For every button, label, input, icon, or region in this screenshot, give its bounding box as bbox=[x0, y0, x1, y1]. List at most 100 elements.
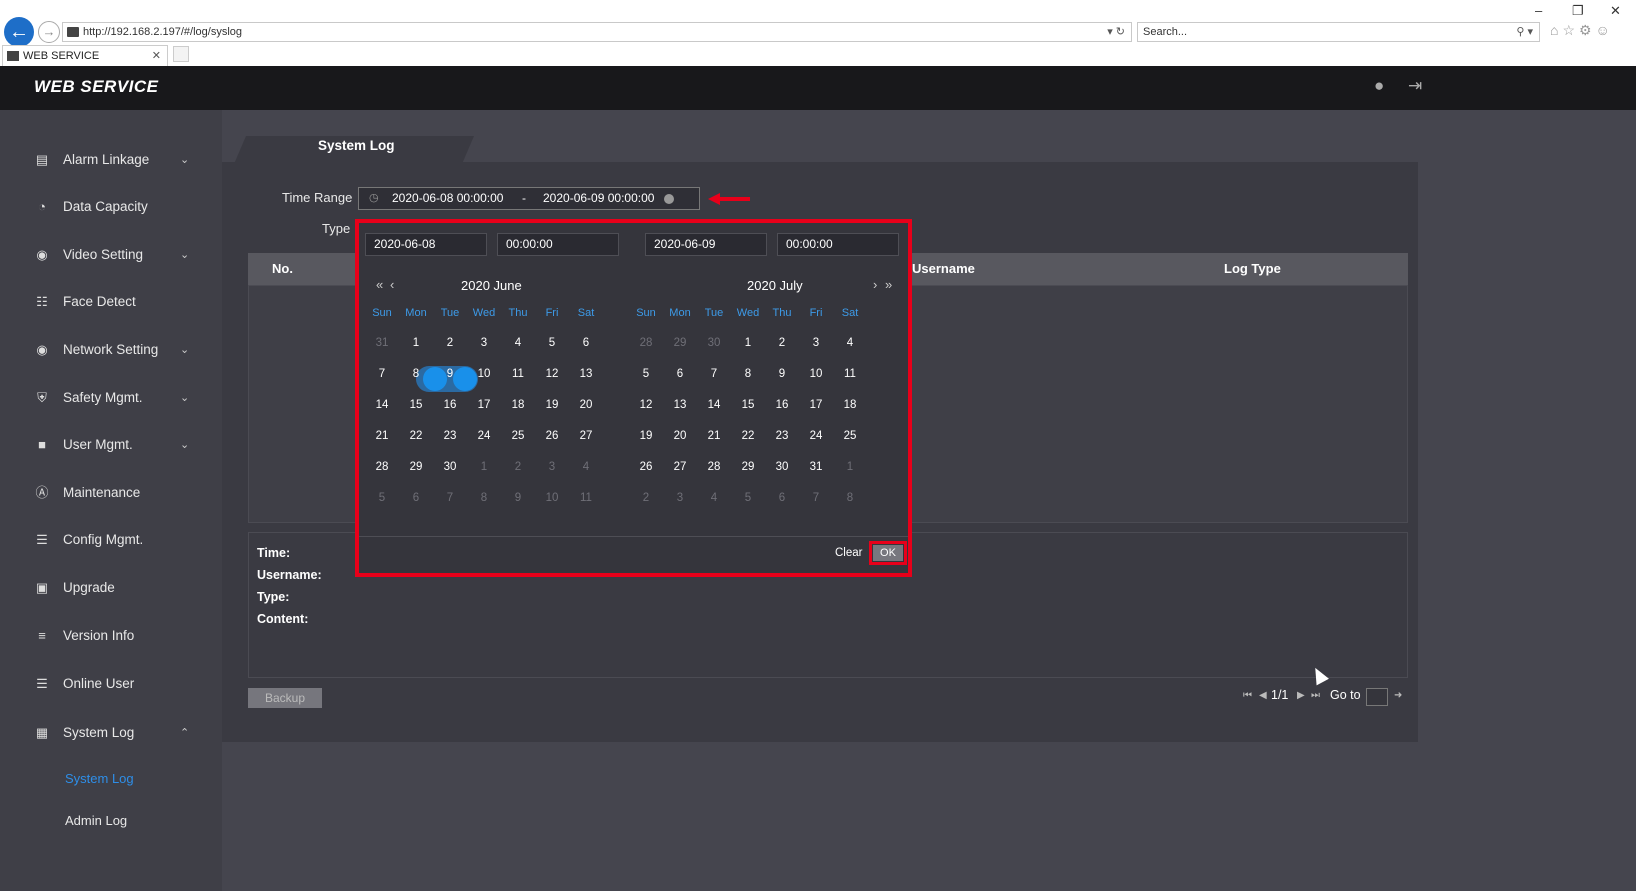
calendar-day[interactable]: 16 bbox=[433, 393, 467, 417]
sidebar-item-face-detect[interactable]: ☷ Face Detect bbox=[0, 284, 222, 320]
calendar-day[interactable]: 6 bbox=[765, 486, 799, 510]
logout-icon[interactable]: ⇥ bbox=[1408, 76, 1422, 96]
calendar-day[interactable]: 11 bbox=[501, 362, 535, 386]
calendar-day[interactable]: 3 bbox=[535, 455, 569, 479]
calendar-day[interactable]: 5 bbox=[629, 362, 663, 386]
calendar-day[interactable]: 5 bbox=[535, 331, 569, 355]
restore-icon[interactable]: ❐ bbox=[1572, 3, 1584, 19]
calendar-day[interactable]: 28 bbox=[365, 455, 399, 479]
calendar-day[interactable]: 26 bbox=[535, 424, 569, 448]
sidebar-subitem-admin-log[interactable]: Admin Log bbox=[65, 813, 127, 828]
sidebar-item-user-mgmt[interactable]: ■ User Mgmt. ⌄ bbox=[0, 427, 222, 463]
calendar-day[interactable]: 15 bbox=[399, 393, 433, 417]
calendar-day[interactable]: 31 bbox=[799, 455, 833, 479]
calendar-day[interactable]: 1 bbox=[833, 455, 867, 479]
calendar-day[interactable]: 27 bbox=[663, 455, 697, 479]
browser-search-input[interactable]: Search... ⚲ ▾ bbox=[1137, 22, 1540, 42]
sidebar-item-system-log[interactable]: ▦ System Log ⌃ bbox=[0, 715, 222, 751]
calendar-day[interactable]: 13 bbox=[663, 393, 697, 417]
calendar-day[interactable]: 7 bbox=[799, 486, 833, 510]
sidebar-item-maintenance[interactable]: Ⓐ Maintenance bbox=[0, 475, 222, 511]
calendar-day[interactable]: 14 bbox=[697, 393, 731, 417]
calendar-day[interactable]: 5 bbox=[731, 486, 765, 510]
calendar-day[interactable]: 5 bbox=[365, 486, 399, 510]
calendar-day[interactable]: 6 bbox=[399, 486, 433, 510]
calendar-day[interactable]: 10 bbox=[467, 362, 501, 386]
calendar-day[interactable]: 25 bbox=[833, 424, 867, 448]
refresh-icon[interactable]: ▾ ↻ bbox=[1107, 23, 1125, 41]
close-window-icon[interactable]: ✕ bbox=[1610, 3, 1621, 19]
calendar-day[interactable]: 9 bbox=[765, 362, 799, 386]
calendar-day[interactable]: 17 bbox=[799, 393, 833, 417]
calendar-day[interactable]: 6 bbox=[663, 362, 697, 386]
browser-tab[interactable]: WEB SERVICE ✕ bbox=[2, 45, 168, 66]
calendar-day[interactable]: 19 bbox=[535, 393, 569, 417]
calendar-day[interactable]: 3 bbox=[799, 331, 833, 355]
sidebar-item-network-setting[interactable]: ◉ Network Setting ⌄ bbox=[0, 332, 222, 368]
calendar-day[interactable]: 22 bbox=[731, 424, 765, 448]
next-month-icon[interactable]: › bbox=[873, 277, 877, 292]
search-icon[interactable]: ⚲ ▾ bbox=[1516, 23, 1533, 41]
calendar-day[interactable]: 28 bbox=[629, 331, 663, 355]
address-bar[interactable]: http://192.168.2.197/#/log/syslog ▾ ↻ bbox=[62, 22, 1132, 42]
calendar-day[interactable]: 8 bbox=[467, 486, 501, 510]
calendar-day[interactable]: 8 bbox=[731, 362, 765, 386]
start-time-input[interactable]: 00:00:00 bbox=[497, 233, 619, 256]
calendar-day[interactable]: 21 bbox=[365, 424, 399, 448]
user-icon[interactable]: ● bbox=[1374, 76, 1384, 96]
calendar-day[interactable]: 19 bbox=[629, 424, 663, 448]
prev-page-icon[interactable]: ◀ bbox=[1259, 690, 1267, 701]
calendar-day[interactable]: 24 bbox=[799, 424, 833, 448]
calendar-day[interactable]: 20 bbox=[569, 393, 603, 417]
calendar-day[interactable]: 10 bbox=[535, 486, 569, 510]
new-tab-button[interactable] bbox=[173, 46, 189, 62]
calendar-day[interactable]: 1 bbox=[467, 455, 501, 479]
calendar-day[interactable]: 29 bbox=[399, 455, 433, 479]
calendar-day[interactable]: 9 bbox=[433, 362, 467, 386]
calendar-day[interactable]: 4 bbox=[501, 331, 535, 355]
calendar-day[interactable]: 30 bbox=[765, 455, 799, 479]
calendar-day[interactable]: 17 bbox=[467, 393, 501, 417]
calendar-day[interactable]: 21 bbox=[697, 424, 731, 448]
calendar-day[interactable]: 2 bbox=[765, 331, 799, 355]
calendar-day[interactable]: 28 bbox=[697, 455, 731, 479]
calendar-day[interactable]: 25 bbox=[501, 424, 535, 448]
calendar-day[interactable]: 6 bbox=[569, 331, 603, 355]
sidebar-item-online-user[interactable]: ☰ Online User bbox=[0, 666, 222, 702]
forward-arrow-icon[interactable]: → bbox=[38, 21, 60, 43]
calendar-day[interactable]: 31 bbox=[365, 331, 399, 355]
end-date-input[interactable]: 2020-06-09 bbox=[645, 233, 767, 256]
calendar-day[interactable]: 2 bbox=[629, 486, 663, 510]
sidebar-item-upgrade[interactable]: ▣ Upgrade bbox=[0, 570, 222, 606]
calendar-day[interactable]: 20 bbox=[663, 424, 697, 448]
back-arrow-icon[interactable]: ← bbox=[4, 17, 34, 47]
time-range-input[interactable]: ◷ 2020-06-08 00:00:00 - 2020-06-09 00:00… bbox=[358, 187, 700, 210]
ok-button[interactable]: OK bbox=[873, 545, 903, 561]
end-time-input[interactable]: 00:00:00 bbox=[777, 233, 899, 256]
calendar-day[interactable]: 18 bbox=[501, 393, 535, 417]
calendar-day[interactable]: 16 bbox=[765, 393, 799, 417]
calendar-day[interactable]: 4 bbox=[833, 331, 867, 355]
calendar-day[interactable]: 8 bbox=[833, 486, 867, 510]
calendar-day[interactable]: 27 bbox=[569, 424, 603, 448]
calendar-day[interactable]: 7 bbox=[697, 362, 731, 386]
next-page-icon[interactable]: ▶ bbox=[1297, 690, 1305, 701]
goto-arrow-icon[interactable]: ➜ bbox=[1394, 690, 1402, 701]
calendar-day[interactable]: 23 bbox=[765, 424, 799, 448]
calendar-day[interactable]: 12 bbox=[629, 393, 663, 417]
calendar-day[interactable]: 30 bbox=[433, 455, 467, 479]
sidebar-item-version-info[interactable]: ≡ Version Info bbox=[0, 618, 222, 654]
sidebar-item-video-setting[interactable]: ◉ Video Setting ⌄ bbox=[0, 237, 222, 273]
first-page-icon[interactable]: ⏮ bbox=[1243, 690, 1252, 701]
calendar-day[interactable]: 30 bbox=[697, 331, 731, 355]
calendar-day[interactable]: 7 bbox=[365, 362, 399, 386]
calendar-day[interactable]: 23 bbox=[433, 424, 467, 448]
calendar-day[interactable]: 29 bbox=[731, 455, 765, 479]
calendar-day[interactable]: 24 bbox=[467, 424, 501, 448]
calendar-day[interactable]: 4 bbox=[697, 486, 731, 510]
last-page-icon[interactable]: ⏭ bbox=[1311, 690, 1320, 701]
backup-button[interactable]: Backup bbox=[248, 688, 322, 708]
prev-year-icon[interactable]: « bbox=[376, 277, 383, 292]
browser-toolbar-icons[interactable]: ⌂☆⚙☺ bbox=[1550, 22, 1614, 39]
calendar-day[interactable]: 9 bbox=[501, 486, 535, 510]
